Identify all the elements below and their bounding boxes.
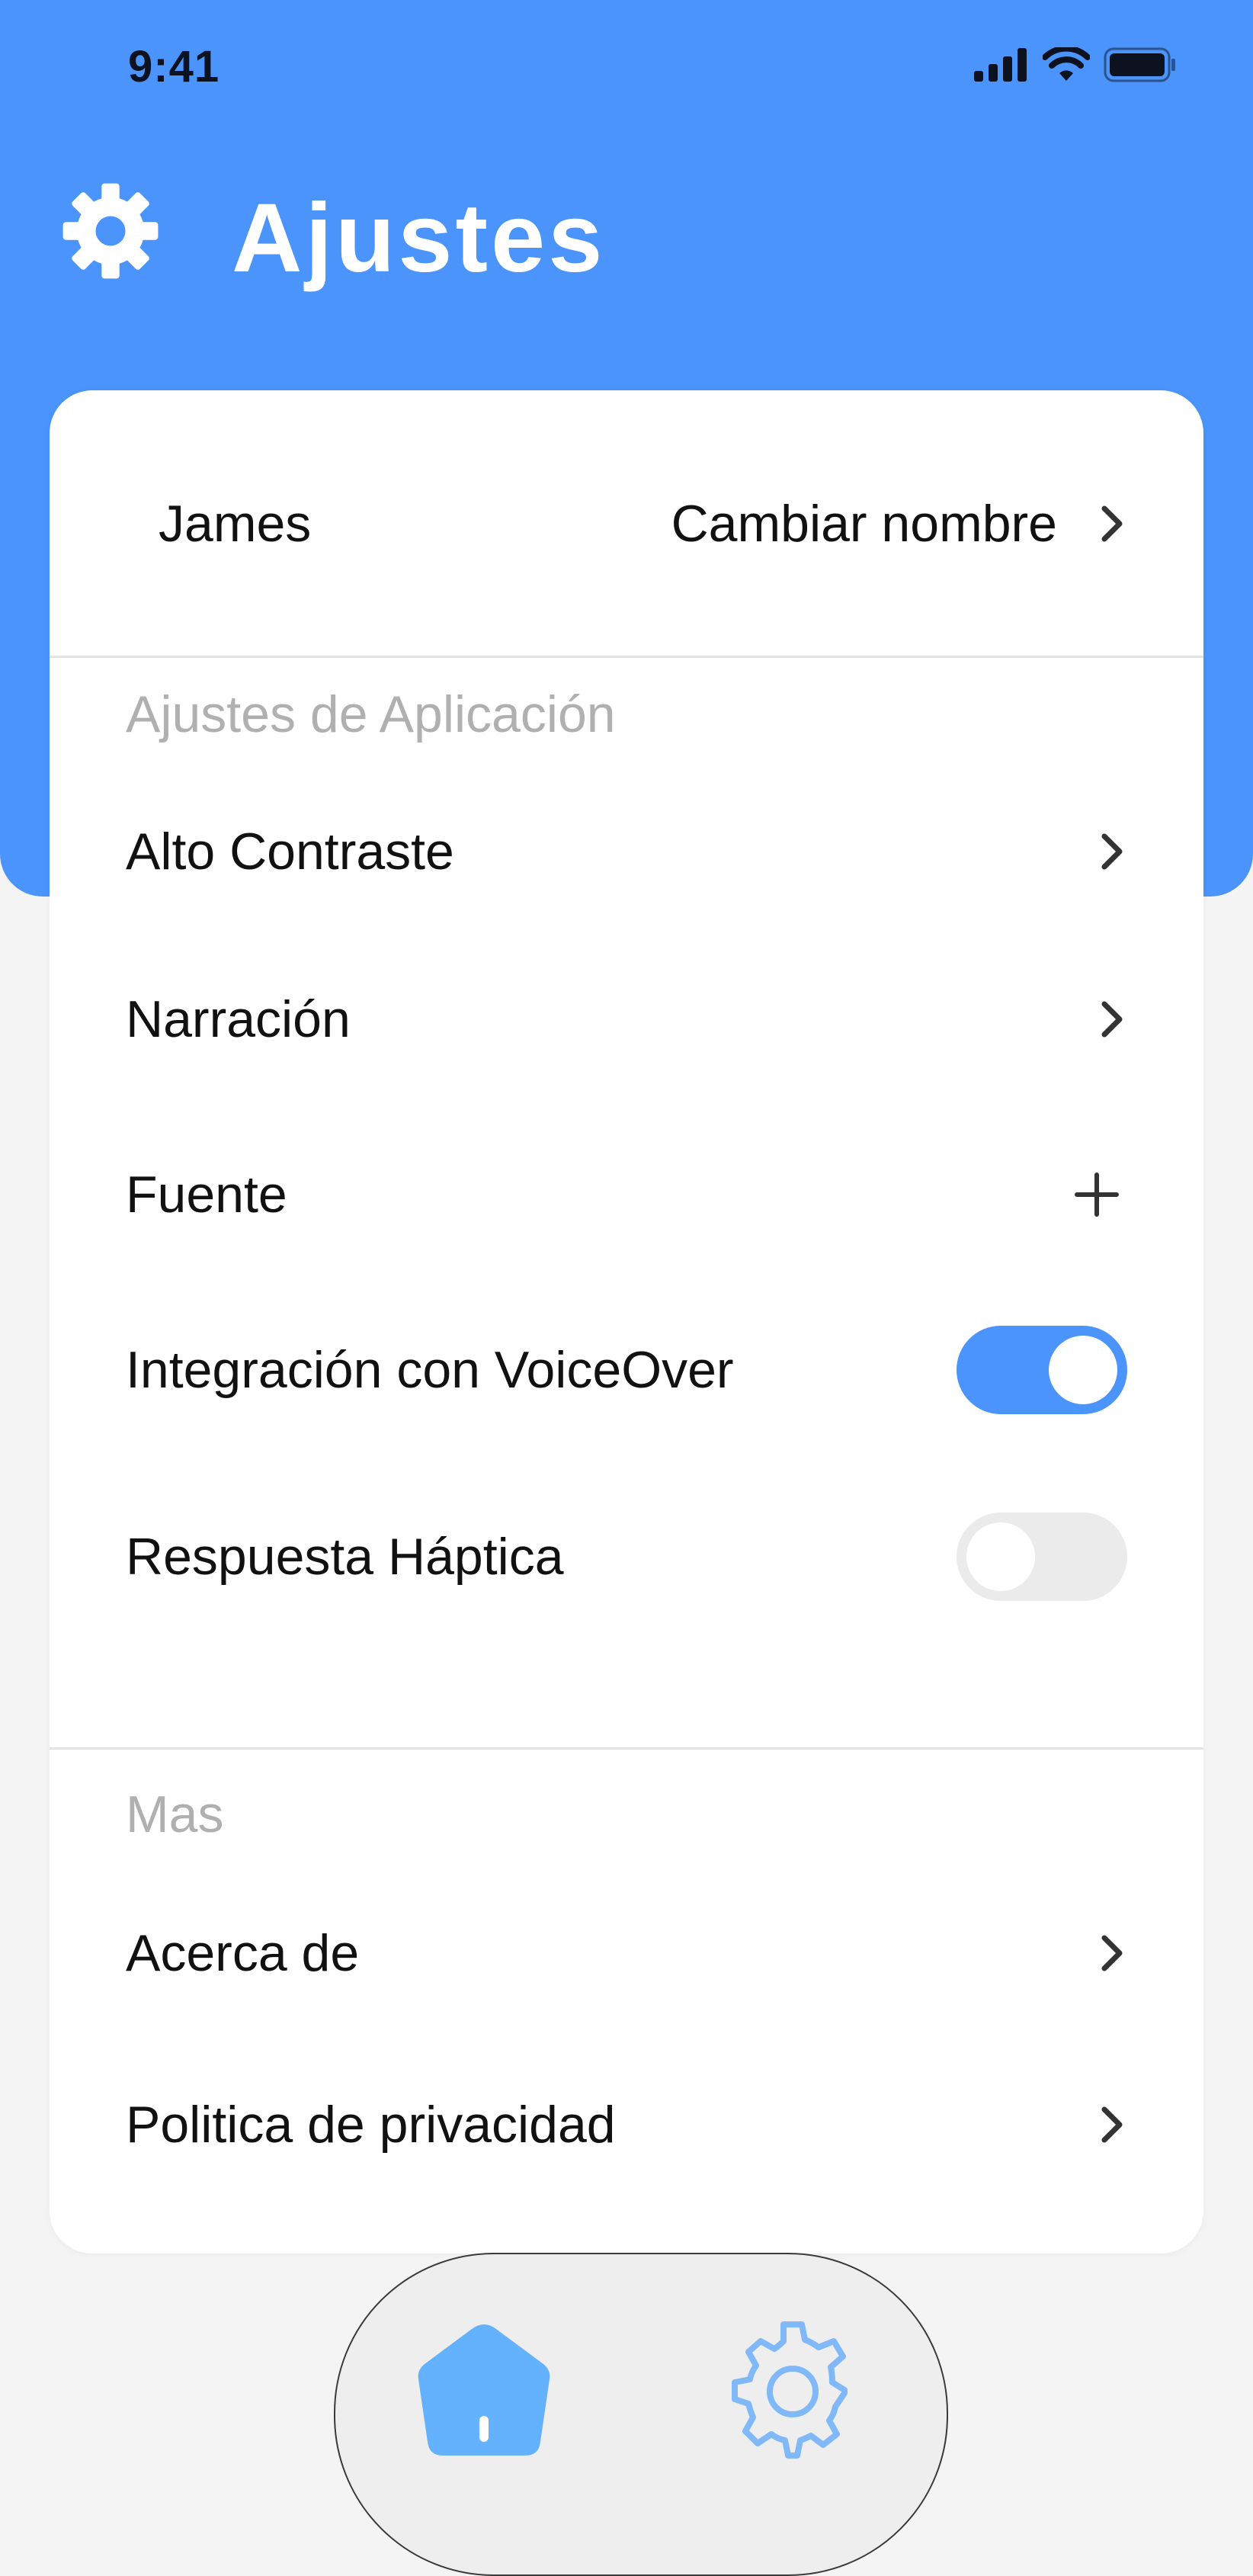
home-icon — [418, 2324, 550, 2456]
battery-icon — [1104, 47, 1175, 82]
setting-label: Narración — [126, 990, 351, 1048]
more-privacy-policy[interactable]: Politica de privacidad — [50, 2041, 1203, 2209]
tab-bar — [334, 2253, 948, 2576]
setting-font[interactable]: Fuente — [50, 1115, 1203, 1275]
chevron-right-icon — [1101, 1935, 1123, 1971]
status-time: 9:41 — [128, 42, 220, 91]
chevron-right-icon — [1101, 1001, 1123, 1038]
more-label: Politica de privacidad — [126, 2096, 616, 2154]
setting-narration[interactable]: Narración — [50, 939, 1203, 1099]
haptic-toggle[interactable] — [957, 1513, 1127, 1601]
chevron-right-icon — [1101, 505, 1123, 542]
tab-settings[interactable] — [716, 2315, 869, 2468]
section-header-app-settings: Ajustes de Aplicación — [50, 657, 1203, 772]
change-name-link[interactable]: Cambiar nombre — [671, 494, 1057, 553]
voiceover-toggle[interactable] — [957, 1326, 1127, 1414]
page-title: Ajustes — [232, 184, 606, 293]
tab-home[interactable] — [408, 2315, 560, 2468]
setting-label: Fuente — [126, 1166, 287, 1224]
setting-high-contrast[interactable]: Alto Contraste — [50, 772, 1203, 932]
more-about[interactable]: Acerca de — [50, 1869, 1203, 2037]
chevron-right-icon — [1101, 833, 1123, 870]
profile-name: James — [159, 495, 312, 553]
signal-icon — [974, 48, 1027, 82]
wifi-icon — [1043, 47, 1090, 81]
more-label: Acerca de — [126, 1924, 360, 1982]
section-header-more: Mas — [50, 1750, 1203, 1879]
status-icons — [974, 47, 1177, 82]
setting-label: Integración con VoiceOver — [126, 1341, 734, 1399]
section-title: Mas — [126, 1785, 224, 1843]
toggle-knob — [1049, 1336, 1117, 1404]
settings-card: James Cambiar nombre Ajustes de Aplicaci… — [50, 390, 1203, 2254]
setting-label: Alto Contraste — [126, 823, 454, 881]
setting-voiceover: Integración con VoiceOver — [50, 1290, 1203, 1450]
setting-haptic: Respuesta Háptica — [50, 1477, 1203, 1637]
profile-row[interactable]: James Cambiar nombre — [50, 390, 1203, 657]
chevron-right-icon — [1101, 2106, 1123, 2143]
setting-label: Respuesta Háptica — [126, 1528, 564, 1586]
plus-icon[interactable] — [1074, 1172, 1120, 1217]
section-title: Ajustes de Aplicación — [126, 685, 616, 743]
settings-icon — [732, 2321, 848, 2459]
gear-icon — [62, 183, 159, 279]
toggle-knob — [966, 1522, 1035, 1591]
